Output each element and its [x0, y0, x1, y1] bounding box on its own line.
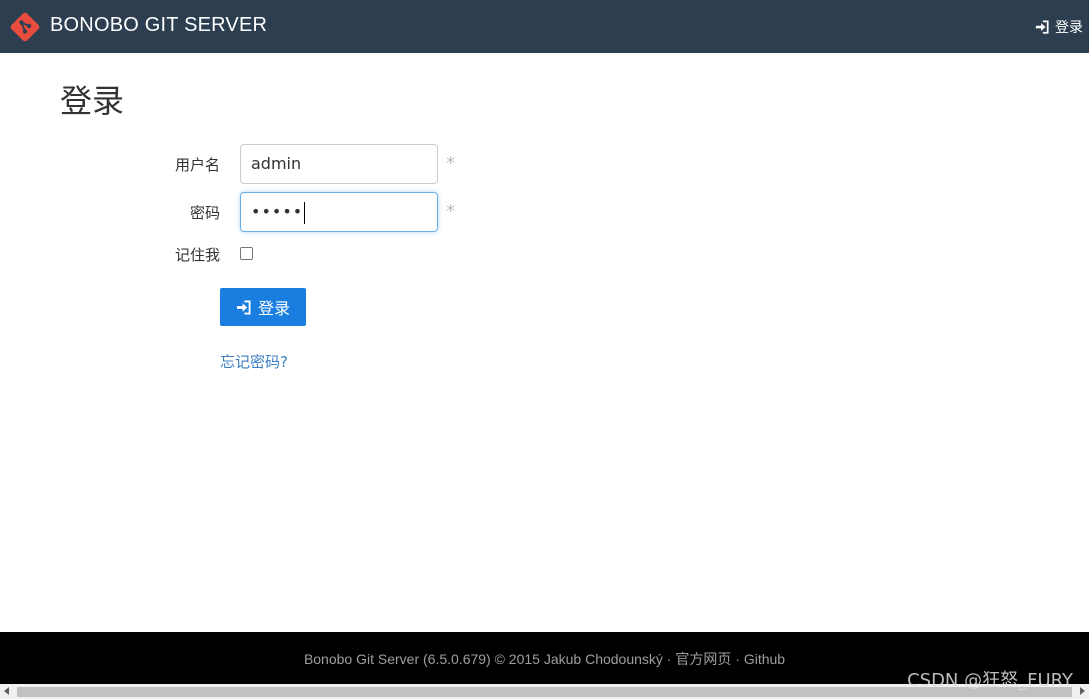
footer-github-link[interactable]: Github: [744, 651, 785, 667]
username-input[interactable]: admin: [240, 144, 438, 184]
remember-me-checkbox[interactable]: [240, 247, 253, 260]
footer-official-site-link[interactable]: 官方网页: [675, 651, 731, 667]
watermark: CSDN @狂怒_FURY: [907, 670, 1073, 691]
password-input[interactable]: •••••: [240, 192, 438, 232]
sign-in-icon: [236, 299, 251, 315]
scroll-right-arrow-icon[interactable]: [1080, 687, 1085, 695]
brand-title[interactable]: BONOBO GIT SERVER: [50, 14, 267, 37]
password-value: •••••: [251, 202, 304, 221]
username-required-mark: *: [446, 153, 455, 174]
page-title: 登录: [60, 82, 125, 120]
password-label: 密码: [189, 204, 220, 222]
remember-me-label: 记住我: [174, 246, 220, 264]
login-button-label: 登录: [257, 299, 290, 318]
footer-separator: ·: [735, 651, 740, 667]
footer-text: Bonobo Git Server (6.5.0.679) © 2015 Jak…: [303, 651, 672, 667]
nav-login-link[interactable]: 登录: [1035, 17, 1083, 37]
scroll-left-arrow-icon[interactable]: [4, 687, 9, 695]
sign-in-icon: [1035, 20, 1049, 34]
username-label: 用户名: [174, 156, 220, 174]
login-button[interactable]: 登录: [220, 288, 306, 326]
git-logo-icon[interactable]: [9, 11, 41, 43]
top-navbar: BONOBO GIT SERVER 登录: [0, 0, 1089, 53]
text-caret: [304, 201, 306, 224]
password-required-mark: *: [446, 201, 455, 222]
nav-login-label: 登录: [1055, 20, 1083, 36]
forgot-password-link[interactable]: 忘记密码?: [220, 351, 288, 372]
